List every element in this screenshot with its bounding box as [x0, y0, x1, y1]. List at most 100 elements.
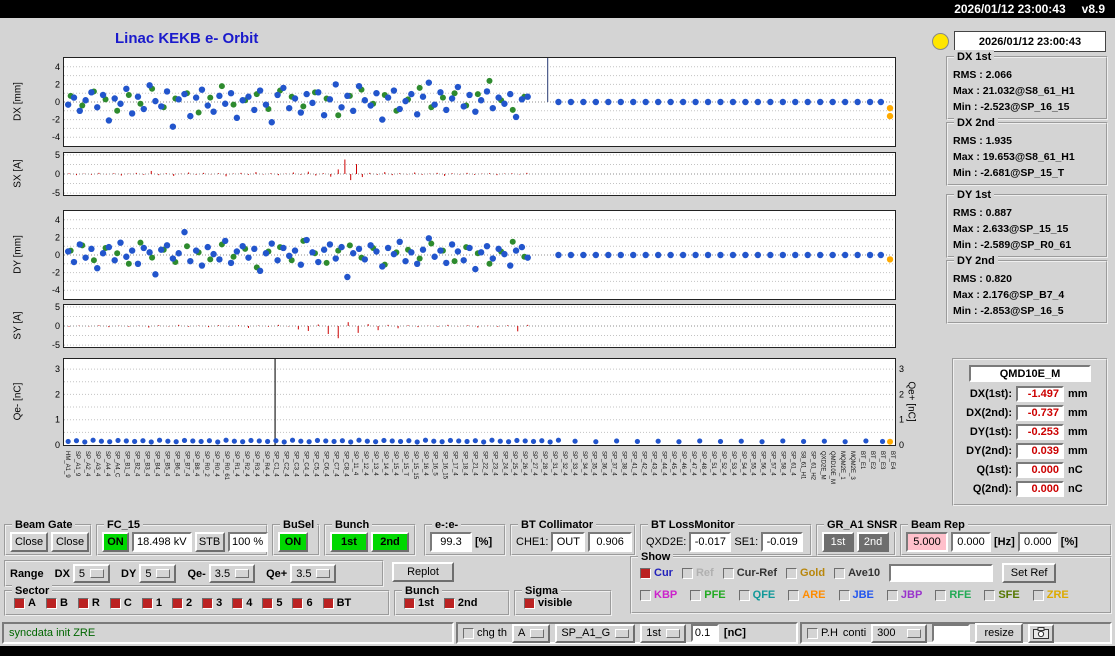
ph-checkbox[interactable]: P.H: [807, 627, 838, 639]
top-datetime: 2026/01/12 23:00:43: [954, 2, 1066, 16]
x-axis-label: SP_27_4: [531, 451, 538, 476]
monitor-row-label: DY(1st):: [969, 426, 1012, 438]
sector-3-checkbox[interactable]: 3: [202, 597, 222, 609]
checkbox-indicator: [1032, 589, 1044, 601]
snapshot-button[interactable]: [1028, 623, 1055, 643]
busel-group: BuSel ON: [272, 518, 320, 556]
sector-label: Sector: [12, 584, 53, 598]
range-qe--dropdown[interactable]: 3.5: [290, 564, 337, 583]
device-dropdown[interactable]: SP_A1_G: [555, 623, 636, 643]
bunch-dropdown-value: 1st: [646, 627, 661, 639]
stat-line: Max : 21.032@S8_61_H1: [953, 85, 1075, 97]
stat-line: Min : -2.853@SP_16_5: [953, 305, 1064, 317]
replot-button[interactable]: Replot: [392, 562, 454, 582]
show-zre-checkbox[interactable]: ZRE: [1032, 589, 1069, 601]
x-axis-label: BT_E1: [859, 451, 865, 470]
x-axis-label: SP_A2_4: [83, 451, 90, 477]
checkbox-label: C: [123, 597, 132, 609]
range-qe--label: Qe-: [187, 567, 206, 580]
monitor-row: Q(1st): 0.000 nC: [956, 462, 1102, 478]
sector-b-checkbox[interactable]: B: [45, 597, 68, 609]
bunch-2nd-button[interactable]: 2nd: [371, 532, 409, 552]
stat-line: Max : 2.633@SP_15_15: [953, 223, 1069, 235]
status-message: syncdata init ZRE: [9, 627, 96, 639]
checkbox-indicator: [14, 597, 25, 609]
beam-gate-close2-button[interactable]: Close: [51, 532, 89, 552]
set-ref-button[interactable]: Set Ref: [1002, 563, 1057, 583]
sector-r-checkbox[interactable]: R: [77, 597, 100, 609]
chg-th-checkbox[interactable]: chg th: [463, 627, 507, 639]
fc15-on-button[interactable]: ON: [102, 532, 129, 552]
blank-field[interactable]: [932, 624, 971, 642]
sigma-label: Sigma: [522, 584, 562, 598]
monitor-rows: DX(1st): -1.497 mm DX(2nd): -0.737 mm DY(1st):…: [954, 386, 1106, 497]
ee-ratio-label: e-:e-: [432, 518, 462, 532]
x-axis-label: SP_B7_4: [183, 451, 190, 477]
interval-dropdown[interactable]: 300: [871, 623, 928, 643]
x-axis-label: SP_58_4: [779, 451, 786, 476]
bunch-dropdown[interactable]: 1st: [640, 623, 686, 643]
show-gold-checkbox[interactable]: Gold: [786, 567, 825, 579]
fc15-group: FC_15 ON 18.498 kV STB 100 %: [96, 518, 268, 556]
sector-4-checkbox[interactable]: 4: [232, 597, 252, 609]
checkbox-indicator: [640, 567, 651, 579]
checkbox-indicator: [681, 567, 693, 579]
show-jbp-checkbox[interactable]: JBP: [886, 589, 922, 601]
sector-2-checkbox[interactable]: 2: [171, 597, 192, 609]
show-qfe-checkbox[interactable]: QFE: [738, 589, 776, 601]
fc15-label: FC_15: [104, 518, 144, 532]
show-pfe-checkbox[interactable]: PFE: [690, 589, 726, 601]
dropdown-indicator: [316, 569, 331, 578]
svg-text:-5: -5: [52, 188, 60, 198]
bunch-1st-button[interactable]: 1st: [330, 532, 368, 552]
sector-6-checkbox[interactable]: 6: [292, 597, 313, 609]
x-axis-label: SP_45_4: [670, 451, 677, 476]
sector-1-checkbox[interactable]: 1: [141, 597, 162, 609]
range-qe--dropdown[interactable]: 3.5: [208, 564, 256, 583]
busel-on-button[interactable]: ON: [278, 532, 308, 552]
sector-a-checkbox[interactable]: A: [14, 597, 36, 609]
monitor-row: DX(1st): -1.497 mm: [956, 386, 1102, 402]
checkbox-indicator: [640, 589, 651, 601]
sigma-visible-checkbox[interactable]: visible: [524, 597, 572, 609]
x-axis-label: SP_A4_C: [113, 451, 120, 478]
show-jbe-checkbox[interactable]: JBE: [838, 589, 874, 601]
status-message-panel: syncdata init ZRE: [2, 622, 454, 644]
x-axis-label: SP_24_4: [501, 451, 508, 476]
show-ave10-checkbox[interactable]: Ave10: [834, 567, 880, 579]
show-ref-checkbox[interactable]: Ref: [681, 567, 714, 579]
beam-rep-set-display: 5.000: [906, 532, 948, 552]
sigma-items: visible: [524, 597, 572, 609]
svg-text:0: 0: [899, 440, 904, 450]
show-cur-checkbox[interactable]: Cur: [640, 567, 673, 579]
sector-bt-checkbox[interactable]: BT: [322, 597, 351, 609]
range-dx-dropdown[interactable]: 5: [72, 564, 111, 583]
sector-group: Sector A B R C 1 2 3 4 5 6 BT: [4, 584, 390, 616]
sector-5-checkbox[interactable]: 5: [262, 597, 282, 609]
show-kbp-checkbox[interactable]: KBP: [640, 589, 677, 601]
qxd2e-label: QXD2E:: [646, 536, 687, 548]
checkbox-label: PFE: [704, 589, 726, 601]
bunch-2nd-checkbox[interactable]: 2nd: [443, 597, 477, 609]
range-dy-dropdown[interactable]: 5: [139, 564, 177, 583]
threshold-input[interactable]: [690, 624, 719, 642]
mode-dropdown[interactable]: A: [511, 623, 551, 643]
show-cur-ref-checkbox[interactable]: Cur-Ref: [722, 567, 777, 579]
show-sfe-checkbox[interactable]: SFE: [984, 589, 1020, 601]
bunch-1st-checkbox[interactable]: 1st: [404, 597, 434, 609]
beam-gate-close1-button[interactable]: Close: [10, 532, 48, 552]
checkbox-indicator: [838, 589, 850, 601]
x-axis-label: SP_26_4: [521, 451, 528, 476]
checkbox-label: QFE: [752, 589, 776, 601]
dropdown-indicator: [907, 628, 922, 638]
resize-button[interactable]: resize: [975, 623, 1024, 643]
dropdown-indicator: [530, 628, 545, 638]
fc15-stb-button[interactable]: STB: [194, 532, 225, 552]
gr-a1-1st-button[interactable]: 1st: [822, 532, 854, 552]
ref-name-input[interactable]: [889, 564, 994, 582]
gr-a1-2nd-button[interactable]: 2nd: [857, 532, 889, 552]
x-axis-label: HM_A1_9: [64, 451, 70, 478]
show-are-checkbox[interactable]: ARE: [788, 589, 826, 601]
sector-c-checkbox[interactable]: C: [109, 597, 132, 609]
show-rfe-checkbox[interactable]: RFE: [935, 589, 971, 601]
